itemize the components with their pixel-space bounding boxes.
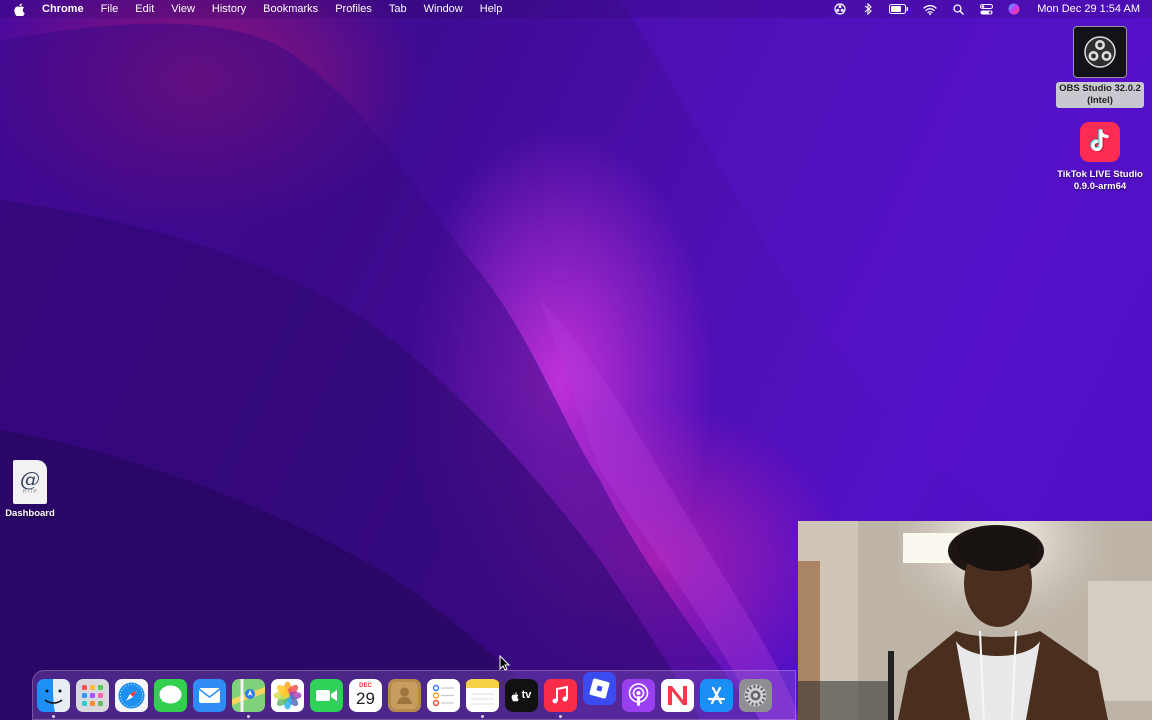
desktop-icon-tiktok-live-studio[interactable]: TikTok LIVE Studio 0.9.0-arm64 (1050, 122, 1150, 193)
dock-facetime[interactable] (310, 678, 343, 712)
dock-launchpad[interactable] (76, 678, 109, 712)
dock-system-settings[interactable] (739, 678, 772, 712)
calendar-day: 29 (356, 688, 375, 708)
facetime-icon (310, 678, 343, 712)
menu-file[interactable]: File (101, 3, 119, 15)
obs-label: OBS Studio 32.0.2 (Intel) (1056, 82, 1144, 108)
dock-news[interactable] (661, 678, 694, 712)
running-indicator (559, 714, 562, 718)
running-indicator (247, 714, 250, 718)
safari-icon (115, 678, 148, 712)
dock-maps[interactable] (232, 678, 265, 718)
dock: DEC 29 tv (32, 670, 796, 720)
dock-calendar[interactable]: DEC 29 (349, 678, 382, 712)
menu-history[interactable]: History (212, 3, 246, 15)
dock-messages[interactable] (154, 678, 187, 712)
control-center-icon[interactable] (979, 3, 993, 15)
spotlight-search-icon[interactable] (951, 3, 965, 15)
tiktok-app-icon (1080, 122, 1120, 162)
podcasts-icon (622, 678, 655, 712)
apple-menu-icon[interactable] (14, 2, 25, 16)
notes-icon (466, 678, 499, 712)
apple-tv-icon (511, 691, 519, 701)
news-icon (661, 678, 694, 712)
dock-notes[interactable] (466, 678, 499, 718)
file-ext-label: HTTP (22, 489, 38, 495)
obs-label-line2: (Intel) (1087, 95, 1113, 106)
dock-photos[interactable] (271, 678, 304, 712)
menu-edit[interactable]: Edit (135, 3, 154, 15)
menu-window[interactable]: Window (424, 3, 463, 15)
bluetooth-icon[interactable] (861, 3, 875, 15)
wifi-icon[interactable] (923, 3, 937, 15)
messages-icon (154, 678, 187, 712)
dock-mail[interactable] (193, 678, 226, 712)
roblox-icon (583, 671, 616, 705)
music-icon (544, 678, 577, 712)
obs-label-line1: OBS Studio 32.0.2 (1059, 83, 1141, 94)
dock-contacts[interactable] (388, 678, 421, 712)
menu-tab[interactable]: Tab (389, 3, 407, 15)
running-indicator (481, 714, 484, 718)
menubar-clock[interactable]: Mon Dec 29 1:54 AM (1037, 3, 1140, 15)
running-indicator (52, 714, 55, 718)
webloc-file-icon: @ HTTP (13, 460, 47, 504)
menu-help[interactable]: Help (480, 3, 503, 15)
finder-icon (37, 678, 70, 712)
menu-bar: Chrome File Edit View History Bookmarks … (0, 0, 1152, 18)
tiktok-label-line2: 0.9.0-arm64 (1073, 181, 1127, 192)
reminders-icon (427, 678, 460, 712)
obs-app-icon (1073, 26, 1127, 78)
menu-profiles[interactable]: Profiles (335, 3, 372, 15)
app-store-icon (700, 678, 733, 712)
mouse-cursor-icon (499, 655, 511, 671)
gear-icon (739, 678, 772, 712)
mail-icon (193, 678, 226, 712)
dock-music[interactable] (544, 678, 577, 718)
obs-status-icon[interactable] (833, 3, 847, 15)
desktop-icon-dashboard[interactable]: @ HTTP Dashboard (0, 460, 60, 520)
dashboard-label: Dashboard (5, 508, 55, 519)
dock-roblox[interactable] (583, 671, 616, 705)
dock-reminders[interactable] (427, 678, 460, 712)
dock-finder[interactable] (37, 678, 70, 718)
menu-view[interactable]: View (171, 3, 195, 15)
dock-safari[interactable] (115, 678, 148, 712)
webcam-overlay (798, 521, 1152, 720)
photos-icon (271, 678, 304, 712)
launchpad-icon (76, 678, 109, 712)
dock-podcasts[interactable] (622, 678, 655, 712)
maps-icon (232, 678, 265, 712)
contacts-icon (388, 678, 421, 712)
dock-apple-tv[interactable]: tv (505, 678, 538, 712)
dock-app-store[interactable] (700, 678, 733, 712)
desktop-icon-obs[interactable]: OBS Studio 32.0.2 (Intel) (1052, 26, 1148, 108)
menu-bookmarks[interactable]: Bookmarks (263, 3, 318, 15)
menu-app-name[interactable]: Chrome (42, 3, 84, 15)
battery-icon[interactable] (889, 3, 909, 15)
tiktok-label-line1: TikTok LIVE Studio (1057, 169, 1143, 180)
siri-icon[interactable] (1007, 3, 1021, 15)
